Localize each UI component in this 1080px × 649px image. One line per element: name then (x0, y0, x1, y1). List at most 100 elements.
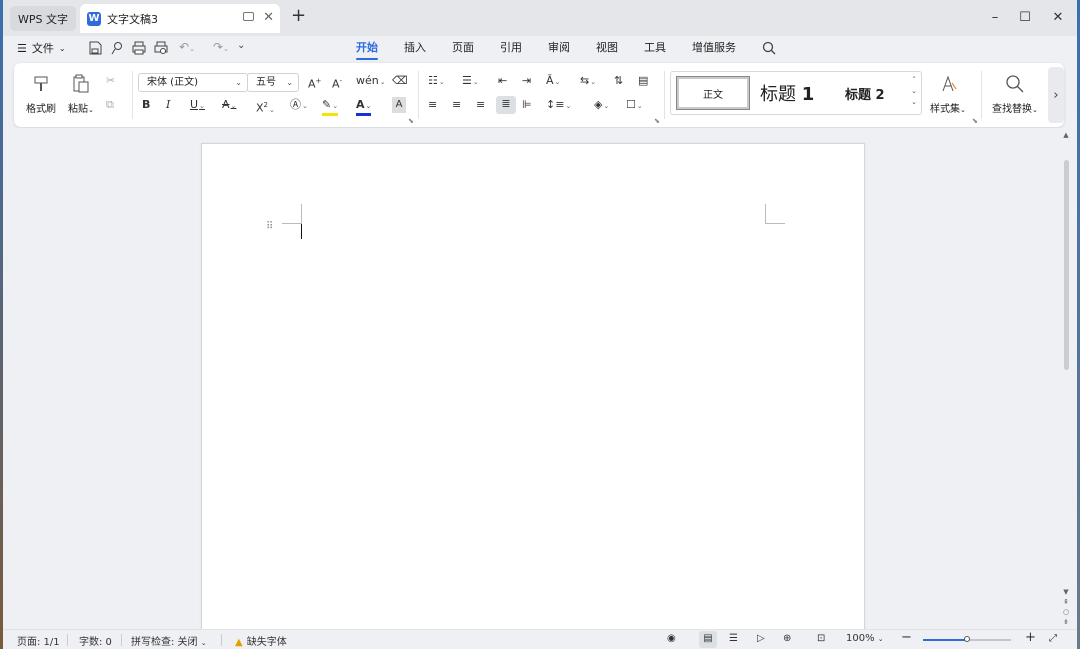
paragraph-drag-handle-icon[interactable]: ⠿ (266, 222, 274, 232)
scroll-up-icon[interactable]: ▲ (1061, 130, 1071, 140)
next-page-icon[interactable]: ⇟ (1061, 617, 1071, 627)
scroll-down-icon[interactable]: ▼ (1061, 587, 1071, 597)
cut-icon[interactable]: ✂ (106, 73, 115, 89)
zoom-in-button[interactable]: + (1025, 630, 1036, 645)
tab-references[interactable]: 引用 (487, 40, 535, 60)
missing-font-indicator[interactable]: ▲ 缺失字体 (235, 633, 287, 648)
tab-home[interactable]: 开始 (343, 40, 391, 60)
protect-eye-icon[interactable]: ◉ (667, 633, 676, 644)
play-reading-icon[interactable]: ▷ (757, 633, 765, 644)
tab-review[interactable]: 审阅 (535, 40, 583, 60)
font-dialog-launcher-icon[interactable]: ⬊ (408, 117, 414, 125)
zoom-slider[interactable] (923, 636, 1011, 642)
font-color-icon[interactable]: A⌄ (356, 97, 372, 116)
scrollbar-thumb[interactable] (1064, 160, 1069, 370)
tab-tools[interactable]: 工具 (631, 40, 679, 60)
print-icon[interactable] (131, 40, 147, 56)
page-view-icon[interactable]: ▤ (699, 631, 717, 648)
align-center-icon[interactable]: ≡ (452, 97, 461, 113)
line-spacing-icon[interactable]: ↕≡⌄ (546, 97, 571, 114)
vertical-scrollbar[interactable]: ▲ ▼ ⇞ ○ ⇟ (1061, 130, 1071, 627)
document-tab-title: 文字文稿3 (107, 12, 158, 26)
export-pdf-icon[interactable] (109, 40, 125, 56)
fullscreen-icon[interactable]: ⤢ (1049, 633, 1057, 644)
style-heading-2[interactable]: 标题 2 (845, 84, 885, 103)
tab-page[interactable]: 页面 (439, 40, 487, 60)
customize-toolbar-icon[interactable]: ⌄ (237, 40, 253, 56)
zoom-slider-knob[interactable] (964, 636, 970, 642)
find-replace-button[interactable]: 查找替换⌄ (992, 73, 1038, 115)
close-tab-icon[interactable]: ✕ (263, 10, 274, 25)
file-menu-button[interactable]: ☰ 文件 ⌄ (17, 40, 66, 56)
bold-icon[interactable]: B (142, 97, 150, 113)
font-name-value: 宋体 (正文) (147, 77, 198, 88)
numbered-list-icon[interactable]: ☰⌄ (462, 73, 479, 90)
styles-dialog-launcher-icon[interactable]: ⬊ (972, 117, 978, 125)
search-icon[interactable] (761, 40, 777, 56)
increase-indent-icon[interactable]: ⇥ (522, 73, 531, 89)
align-left-icon[interactable]: ≡ (428, 97, 437, 113)
style-heading-1[interactable]: 标题 1 (760, 80, 814, 106)
decrease-indent-icon[interactable]: ⇤ (498, 73, 507, 89)
strikethrough-icon[interactable]: A⌄ (222, 97, 236, 114)
copy-icon[interactable]: ⧉ (106, 97, 114, 113)
ribbon-expand-button[interactable]: › (1048, 67, 1064, 123)
word-count[interactable]: 字数: 0 (79, 633, 112, 648)
tab-value-added-services[interactable]: 增值服务 (679, 40, 749, 60)
grow-font-icon[interactable]: A+ (308, 73, 321, 93)
previous-page-icon[interactable]: ⇞ (1061, 597, 1071, 607)
tab-view[interactable]: 视图 (583, 40, 631, 60)
style-normal[interactable]: 正文 (676, 76, 750, 110)
justify-icon[interactable]: ≣ (496, 96, 516, 114)
maximize-button[interactable]: ☐ (1015, 9, 1035, 27)
highlight-color-icon[interactable]: ✎⌄ (322, 97, 339, 116)
new-tab-button[interactable]: + (291, 7, 306, 25)
tab-insert[interactable]: 插入 (391, 40, 439, 60)
format-painter-button[interactable]: 格式刷 (26, 73, 56, 115)
text-effect-icon[interactable]: Ⓐ⌄ (290, 97, 308, 114)
shrink-font-icon[interactable]: A- (332, 73, 342, 93)
text-direction-icon[interactable]: Ā⌄ (546, 73, 560, 90)
clear-format-icon[interactable]: ⌫ (392, 73, 408, 89)
superscript-icon[interactable]: X2⌄ (256, 97, 275, 118)
redo-icon[interactable]: ↷⌄ (213, 40, 229, 56)
web-view-icon[interactable]: ⊕ (783, 633, 791, 644)
sort-icon[interactable]: ⇅ (614, 73, 623, 89)
save-icon[interactable] (87, 40, 103, 56)
spell-check-toggle[interactable]: 拼写检查: 关闭 ⌄ (131, 633, 207, 648)
underline-icon[interactable]: U⌄ (190, 97, 205, 114)
font-size-value: 五号 (256, 77, 276, 88)
zoom-level-select[interactable]: 100% ⌄ (846, 633, 884, 644)
distributed-align-icon[interactable]: ⊫ (522, 97, 532, 113)
show-hide-marks-icon[interactable]: ▤ (638, 73, 648, 89)
font-size-select[interactable]: 五号 ⌄ (247, 73, 299, 92)
select-browse-object-icon[interactable]: ○ (1061, 607, 1071, 617)
minimize-button[interactable]: – (985, 9, 1005, 27)
divider (67, 634, 68, 646)
bullet-list-icon[interactable]: ☷⌄ (428, 73, 445, 90)
fit-screen-icon[interactable]: ⊡ (817, 633, 825, 644)
zoom-out-button[interactable]: − (901, 630, 912, 645)
style-set-button[interactable]: 样式集⌄ (930, 73, 966, 115)
close-window-button[interactable]: ✕ (1048, 9, 1068, 27)
styles-scroll-icon[interactable]: ˄ ⌄ ⌄ (911, 75, 917, 108)
outline-view-icon[interactable]: ☰ (729, 633, 738, 644)
paste-button[interactable]: 粘贴⌄ (68, 73, 94, 115)
paragraph-shading-icon[interactable]: ◈⌄ (594, 97, 609, 114)
borders-icon[interactable]: ☐⌄ (626, 97, 643, 114)
page-indicator[interactable]: 页面: 1/1 (17, 633, 60, 648)
undo-icon[interactable]: ↶⌄ (179, 40, 195, 56)
character-shading-icon[interactable]: A (392, 97, 406, 113)
paragraph-dialog-launcher-icon[interactable]: ⬊ (654, 117, 660, 125)
tab-float-icon[interactable] (243, 12, 254, 21)
font-name-select[interactable]: 宋体 (正文) ⌄ (138, 73, 248, 92)
file-menu-label: 文件 (31, 42, 54, 55)
document-tab[interactable]: W 文字文稿3 ✕ (80, 4, 280, 33)
document-page[interactable]: ⠿ (201, 143, 865, 633)
italic-icon[interactable]: I (166, 97, 170, 113)
print-preview-icon[interactable] (153, 40, 169, 56)
phonetic-guide-icon[interactable]: wén⌄ (356, 73, 386, 90)
wps-home-tab[interactable]: WPS 文字 (10, 6, 76, 31)
sort-direction-icon[interactable]: ⇆⌄ (580, 73, 596, 90)
align-right-icon[interactable]: ≡ (476, 97, 485, 113)
